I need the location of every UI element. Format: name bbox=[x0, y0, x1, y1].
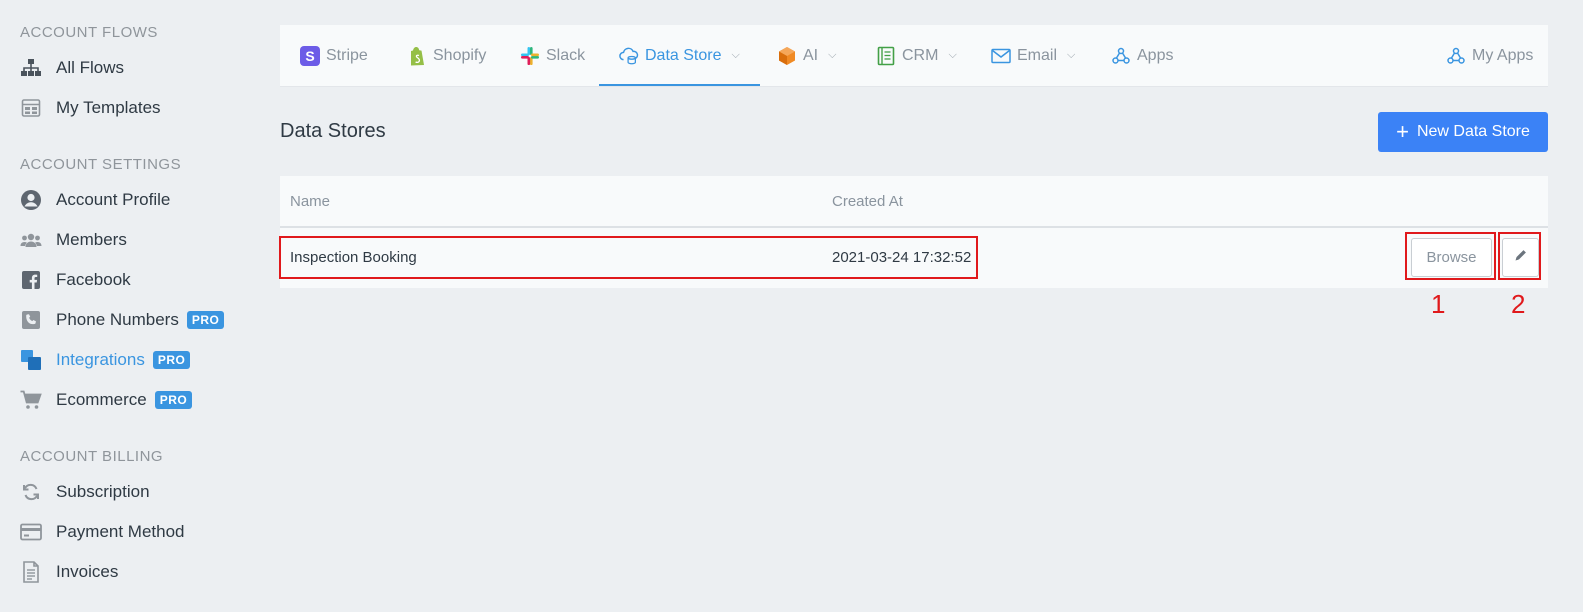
tab-label: Apps bbox=[1137, 46, 1174, 64]
tab-label: Data Store bbox=[645, 46, 722, 64]
annotation-box-edit bbox=[1498, 232, 1541, 280]
plus-icon: + bbox=[1396, 119, 1409, 144]
sidebar-item-payment-method[interactable]: Payment Method bbox=[20, 517, 185, 547]
invoice-icon bbox=[20, 561, 42, 583]
sitemap-icon bbox=[20, 57, 42, 79]
annotation-label-1: 1 bbox=[1431, 289, 1446, 319]
sidebar-item-label: Members bbox=[56, 230, 127, 249]
page-title: Data Stores bbox=[280, 120, 386, 142]
sidebar-item-label: My Templates bbox=[56, 98, 161, 117]
chevron-down-icon: ⌵ bbox=[731, 49, 740, 61]
sidebar-item-label: Invoices bbox=[56, 562, 119, 581]
section-heading-account-flows: ACCOUNT FLOWS bbox=[20, 24, 158, 41]
sidebar-item-subscription[interactable]: Subscription bbox=[20, 477, 150, 507]
envelope-icon bbox=[991, 46, 1011, 66]
crm-icon bbox=[876, 46, 896, 66]
tab-ai[interactable]: AI ⌵ bbox=[777, 25, 836, 86]
column-header-name: Name bbox=[290, 193, 331, 210]
sidebar-item-label: Facebook bbox=[56, 270, 131, 289]
sync-icon bbox=[20, 481, 42, 503]
sidebar-item-members[interactable]: Members bbox=[20, 225, 127, 255]
button-label: New Data Store bbox=[1416, 123, 1530, 140]
chevron-down-icon: ⌵ bbox=[948, 49, 957, 61]
tab-label: CRM bbox=[902, 46, 939, 64]
sidebar-item-label: All Flows bbox=[56, 58, 125, 77]
tab-my-apps[interactable]: My Apps bbox=[1446, 25, 1533, 86]
template-icon bbox=[20, 97, 42, 119]
column-header-created-at: Created At bbox=[832, 193, 903, 210]
svg-text:S: S bbox=[305, 48, 314, 64]
cart-icon bbox=[20, 389, 42, 411]
section-heading-account-billing: ACCOUNT BILLING bbox=[20, 448, 164, 465]
annotation-box-browse bbox=[1405, 232, 1496, 280]
sidebar-item-label: Phone Numbers bbox=[56, 310, 179, 329]
webhook-icon bbox=[1446, 46, 1466, 66]
table-header: Name Created At bbox=[280, 176, 1548, 228]
pro-badge: PRO bbox=[154, 391, 193, 409]
shopify-icon bbox=[407, 46, 427, 66]
tab-label: Email bbox=[1017, 46, 1058, 64]
facebook-icon bbox=[20, 269, 42, 291]
chevron-down-icon: ⌵ bbox=[1067, 49, 1076, 61]
phone-icon bbox=[20, 309, 42, 331]
sidebar-item-label: Payment Method bbox=[56, 522, 185, 541]
sidebar-item-label: Subscription bbox=[56, 482, 150, 501]
webhook-icon bbox=[1111, 46, 1131, 66]
tab-label: AI bbox=[803, 46, 819, 64]
sidebar-item-invoices[interactable]: Invoices bbox=[20, 557, 118, 587]
tab-stripe[interactable]: S Stripe bbox=[300, 25, 368, 86]
tab-slack[interactable]: Slack bbox=[520, 25, 585, 86]
sidebar-item-label: Account Profile bbox=[56, 190, 171, 209]
tab-label: Stripe bbox=[326, 46, 368, 64]
tab-label: Slack bbox=[546, 46, 586, 64]
sidebar-item-all-flows[interactable]: All Flows bbox=[20, 53, 124, 83]
cloud-database-icon bbox=[619, 46, 639, 66]
tab-apps[interactable]: Apps bbox=[1111, 25, 1173, 86]
sidebar-item-label: Ecommerce bbox=[56, 390, 147, 409]
integrations-icon bbox=[20, 349, 42, 371]
tab-email[interactable]: Email ⌵ bbox=[991, 25, 1075, 86]
credit-card-icon bbox=[20, 521, 42, 543]
cube-icon bbox=[777, 46, 797, 66]
tab-shopify[interactable]: Shopify bbox=[407, 25, 486, 86]
tab-crm[interactable]: CRM ⌵ bbox=[876, 25, 957, 86]
sidebar-item-facebook[interactable]: Facebook bbox=[20, 265, 131, 295]
pro-badge: PRO bbox=[152, 351, 191, 369]
slack-icon bbox=[520, 46, 540, 66]
stripe-icon: S bbox=[300, 45, 320, 66]
pro-badge: PRO bbox=[186, 311, 225, 329]
tab-label: My Apps bbox=[1472, 46, 1534, 64]
sidebar-item-integrations[interactable]: Integrations PRO bbox=[20, 345, 191, 375]
new-data-store-button[interactable]: + New Data Store bbox=[1378, 112, 1548, 152]
sidebar-item-label: Integrations bbox=[56, 350, 145, 369]
annotation-box-row bbox=[279, 236, 978, 279]
tab-label: Shopify bbox=[433, 46, 487, 64]
sidebar-item-my-templates[interactable]: My Templates bbox=[20, 93, 161, 123]
chevron-down-icon: ⌵ bbox=[828, 49, 837, 61]
sidebar: ACCOUNT FLOWS All Flows My Templates ACC… bbox=[0, 0, 258, 612]
annotation-label-2: 2 bbox=[1511, 289, 1526, 319]
tab-data-store[interactable]: Data Store ⌵ bbox=[599, 25, 760, 86]
integrations-tab-bar: S Stripe Shopify Slack Data Store ⌵ AI ⌵… bbox=[280, 25, 1548, 87]
user-circle-icon bbox=[20, 189, 42, 211]
sidebar-item-account-profile[interactable]: Account Profile bbox=[20, 185, 170, 215]
users-icon bbox=[20, 229, 42, 251]
section-heading-account-settings: ACCOUNT SETTINGS bbox=[20, 156, 182, 173]
sidebar-item-ecommerce[interactable]: Ecommerce PRO bbox=[20, 385, 193, 415]
sidebar-item-phone-numbers[interactable]: Phone Numbers PRO bbox=[20, 305, 225, 335]
